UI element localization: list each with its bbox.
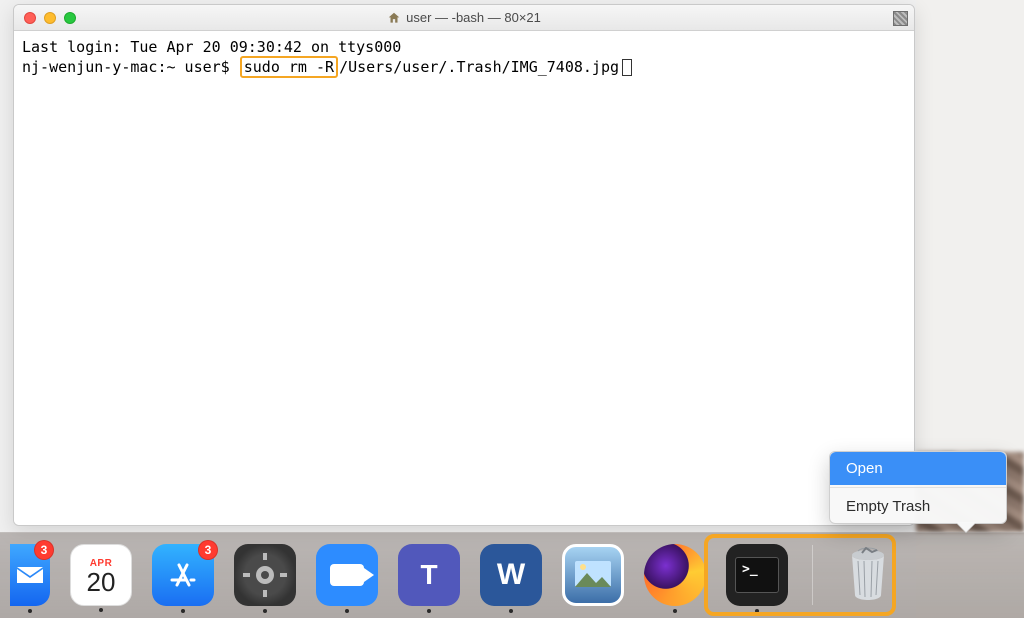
- dock-app-system-preferences[interactable]: [234, 544, 296, 606]
- dock-running-dot: [28, 609, 32, 613]
- mail-badge: 3: [34, 540, 54, 560]
- trash-context-menu: Open Empty Trash: [829, 451, 1007, 524]
- dock-app-terminal[interactable]: >_: [726, 544, 788, 606]
- dock-running-dot: [345, 609, 349, 613]
- dock-app-appstore[interactable]: 3: [152, 544, 214, 606]
- dock-running-dot: [427, 609, 431, 613]
- teams-icon: T: [420, 559, 437, 591]
- terminal-line-1: Last login: Tue Apr 20 09:30:42 on ttys0…: [22, 38, 401, 56]
- home-icon: [387, 11, 401, 25]
- dock-app-firefox[interactable]: [644, 544, 706, 606]
- dock-app-teams[interactable]: T: [398, 544, 460, 606]
- appstore-badge: 3: [198, 540, 218, 560]
- menu-item-empty-trash[interactable]: Empty Trash: [830, 490, 1006, 523]
- terminal-highlighted-command: sudo rm -R: [240, 56, 338, 78]
- dock-running-dot: [673, 609, 677, 613]
- scroll-indicator[interactable]: [893, 11, 908, 26]
- dock-running-dot: [755, 609, 759, 613]
- dock-app-zoom[interactable]: [316, 544, 378, 606]
- dock-running-dot: [509, 609, 513, 613]
- window-close-button[interactable]: [24, 12, 36, 24]
- terminal-cursor: [622, 59, 632, 76]
- window-titlebar[interactable]: user — -bash — 80×21: [14, 5, 914, 31]
- menu-separator: [830, 487, 1006, 488]
- dock: 3 APR 20 3: [0, 532, 1024, 618]
- word-icon: W: [497, 558, 525, 592]
- terminal-icon: >_: [735, 557, 779, 593]
- zoom-icon: [330, 564, 364, 586]
- dock-trash[interactable]: [837, 544, 899, 606]
- terminal-body[interactable]: Last login: Tue Apr 20 09:30:42 on ttys0…: [14, 31, 914, 525]
- dock-app-word[interactable]: W: [480, 544, 542, 606]
- trash-icon: [844, 547, 892, 603]
- dock-app-calendar[interactable]: APR 20: [70, 544, 132, 606]
- dock-running-dot: [99, 608, 103, 612]
- window-zoom-button[interactable]: [64, 12, 76, 24]
- terminal-prompt: nj-wenjun-y-mac:~ user$: [22, 58, 239, 76]
- dock-separator: [812, 545, 813, 605]
- terminal-window[interactable]: user — -bash — 80×21 Last login: Tue Apr…: [13, 4, 915, 526]
- dock-running-dot: [263, 609, 267, 613]
- calendar-day: 20: [71, 569, 131, 595]
- dock-running-dot: [181, 609, 185, 613]
- dock-app-mail[interactable]: 3: [10, 544, 50, 606]
- menu-item-open[interactable]: Open: [830, 452, 1006, 485]
- terminal-command-rest: /Users/user/.Trash/IMG_7408.jpg: [339, 58, 619, 76]
- dock-app-preview[interactable]: [562, 544, 624, 606]
- window-minimize-button[interactable]: [44, 12, 56, 24]
- window-title: user — -bash — 80×21: [406, 10, 541, 25]
- window-controls: [14, 12, 76, 24]
